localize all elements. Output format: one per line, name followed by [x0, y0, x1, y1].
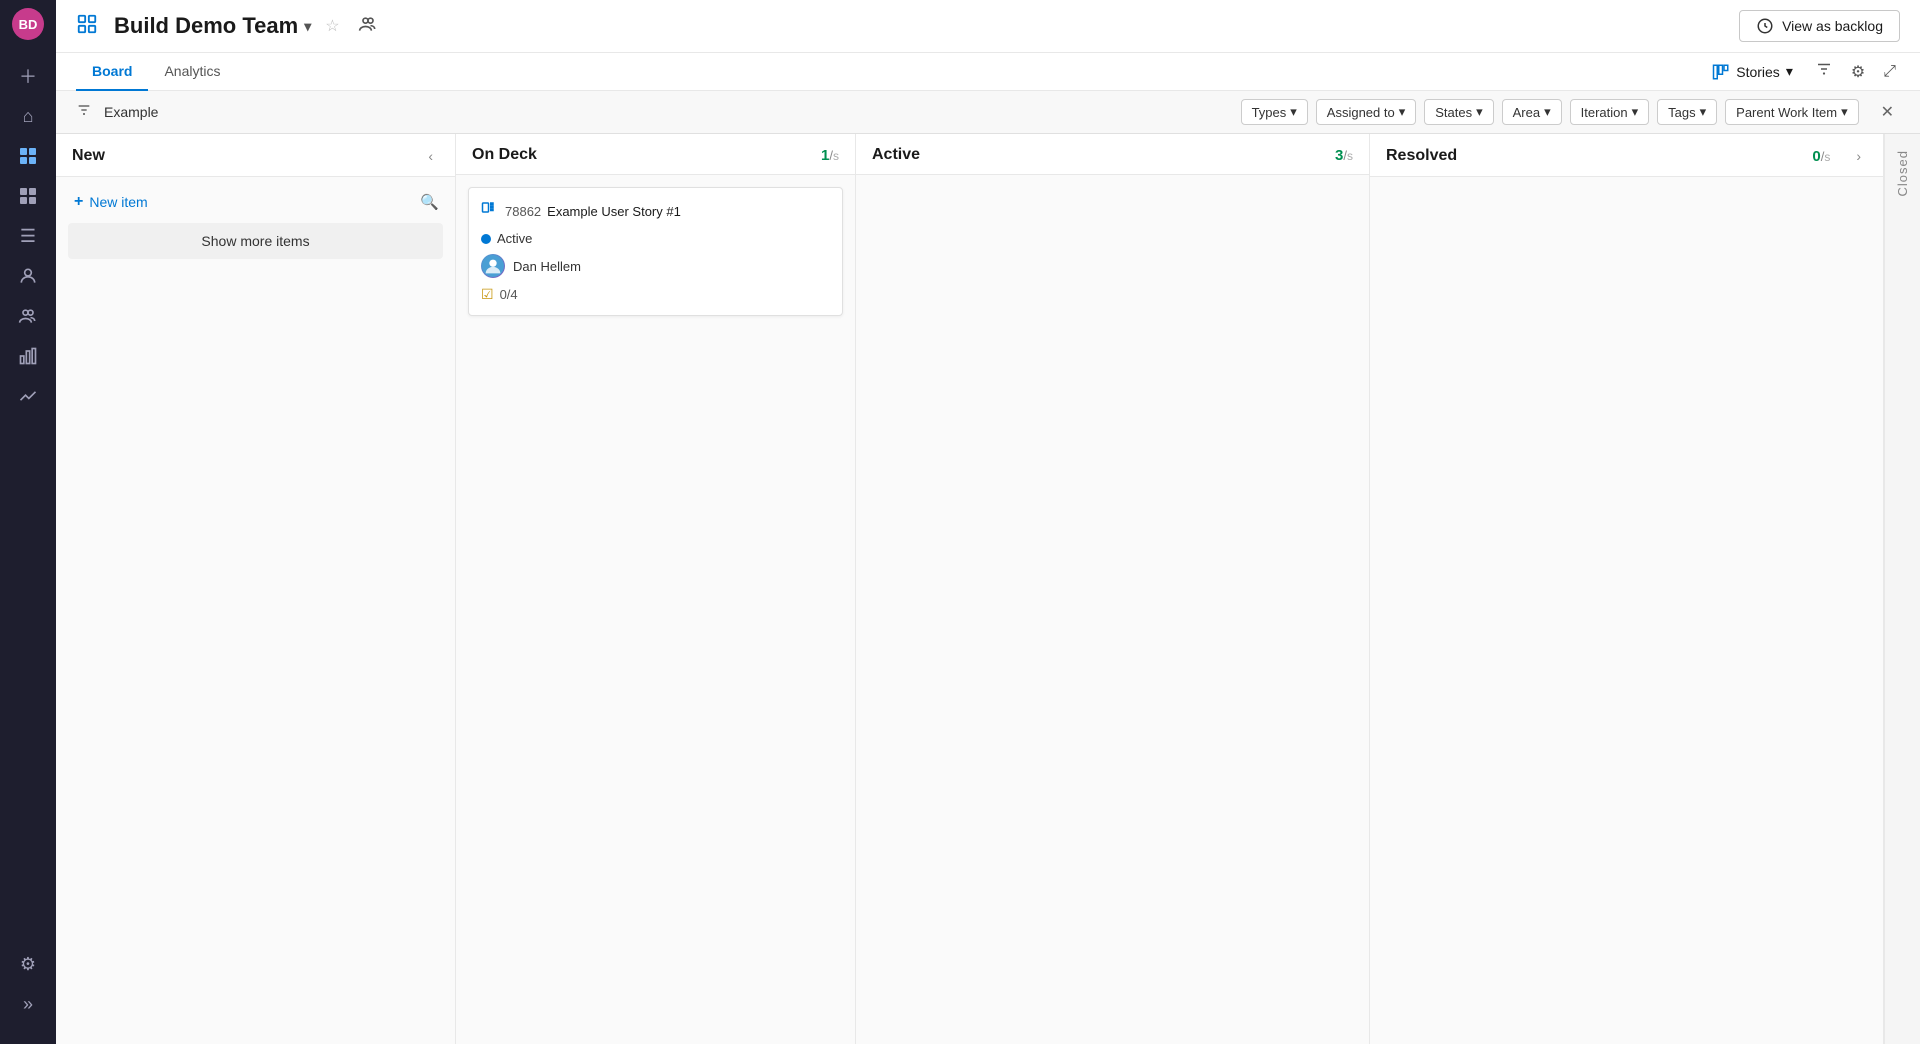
assignee-avatar [481, 254, 505, 278]
person-icon[interactable] [12, 260, 44, 292]
analytics-icon[interactable] [12, 380, 44, 412]
tab-board[interactable]: Board [76, 53, 148, 91]
column-resolved: Resolved 0/s › [1370, 134, 1884, 1044]
topbar-right: View as backlog [1739, 10, 1900, 42]
column-on-deck-body: 78862 Example User Story #1 Active Dan H… [456, 175, 855, 1044]
column-active-body [856, 175, 1369, 1044]
assigned-to-chevron-icon: ▾ [1399, 104, 1406, 120]
tab-analytics[interactable]: Analytics [148, 53, 236, 91]
types-chevron-icon: ▾ [1290, 104, 1297, 120]
new-item-plus-icon: + [74, 193, 83, 211]
board-active-icon[interactable] [12, 140, 44, 172]
column-resolved-title: Resolved [1386, 147, 1457, 165]
filter-close-icon[interactable]: ✕ [1875, 100, 1900, 124]
column-new-header: New ‹ [56, 134, 455, 177]
filter-group-label: Example [104, 104, 158, 120]
board: New ‹ + New item 🔍 Show more items On [56, 134, 1920, 1044]
column-resolved-body [1370, 177, 1883, 1044]
column-resolved-count: 0/s [1812, 148, 1830, 165]
tags-chevron-icon: ▾ [1700, 104, 1707, 120]
column-new-body: + New item 🔍 Show more items [56, 177, 455, 1044]
view-backlog-button[interactable]: View as backlog [1739, 10, 1900, 42]
tab-right-actions: Stories ▾ ⚙ ⤢ [1704, 56, 1900, 87]
team-icon[interactable] [12, 300, 44, 332]
column-on-deck: On Deck 1/s 78862 Example User Story #1 [456, 134, 856, 1044]
types-filter-button[interactable]: Types ▾ [1241, 99, 1308, 125]
column-active: Active 3/s [856, 134, 1370, 1044]
column-on-deck-title: On Deck [472, 146, 537, 164]
title-chevron-icon[interactable]: ▾ [304, 18, 311, 35]
main-content: Build Demo Team ▾ ☆ View as backlog Boar… [56, 0, 1920, 1044]
filter-icon [76, 102, 92, 123]
column-new-collapse-icon[interactable]: ‹ [422, 146, 439, 166]
states-chevron-icon: ▾ [1476, 104, 1483, 120]
card-work-item-id: 78862 [505, 204, 541, 219]
closed-label: Closed [1895, 150, 1910, 196]
column-resolved-header: Resolved 0/s › [1370, 134, 1883, 177]
card-tasks: ☑ 0/4 [481, 286, 830, 303]
project-icon [76, 13, 98, 40]
iteration-chevron-icon: ▾ [1632, 104, 1639, 120]
new-item-button[interactable]: + New item [68, 189, 154, 215]
iteration-filter-button[interactable]: Iteration ▾ [1570, 99, 1650, 125]
stories-chevron-icon: ▾ [1786, 63, 1793, 80]
task-count: 0/4 [500, 287, 518, 302]
column-closed[interactable]: Closed [1884, 134, 1920, 1044]
page-title[interactable]: Build Demo Team ▾ [114, 13, 311, 39]
menu-icon[interactable]: ☰ [12, 220, 44, 252]
favorite-icon[interactable]: ☆ [325, 16, 339, 36]
column-new: New ‹ + New item 🔍 Show more items [56, 134, 456, 1044]
column-on-deck-header: On Deck 1/s [456, 134, 855, 175]
chart-icon[interactable] [12, 340, 44, 372]
sidebar: BD ＋ ⌂ ☰ ⚙ » [0, 0, 56, 1044]
card-assignee: Dan Hellem [481, 254, 830, 278]
tags-filter-button[interactable]: Tags ▾ [1657, 99, 1717, 125]
column-active-header: Active 3/s [856, 134, 1369, 175]
task-icon: ☑ [481, 286, 494, 303]
board-icon[interactable] [12, 180, 44, 212]
stories-button[interactable]: Stories ▾ [1704, 59, 1801, 85]
status-text: Active [497, 231, 532, 246]
assignee-name: Dan Hellem [513, 259, 581, 274]
card-status: Active [481, 231, 830, 246]
card-78862[interactable]: 78862 Example User Story #1 Active Dan H… [468, 187, 843, 316]
column-on-deck-count: 1/s [821, 147, 839, 164]
work-item-type-icon [481, 200, 499, 223]
column-active-title: Active [872, 146, 920, 164]
topbar: Build Demo Team ▾ ☆ View as backlog [56, 0, 1920, 53]
column-new-title: New [72, 147, 105, 165]
expand-sidebar-icon[interactable]: » [12, 988, 44, 1020]
column-resolved-expand-icon[interactable]: › [1850, 146, 1867, 166]
people-icon[interactable] [358, 14, 378, 39]
settings-icon[interactable]: ⚙ [12, 948, 44, 980]
column-active-count: 3/s [1335, 147, 1353, 164]
states-filter-button[interactable]: States ▾ [1424, 99, 1493, 125]
area-chevron-icon: ▾ [1544, 104, 1551, 120]
column-search-icon[interactable]: 🔍 [416, 191, 443, 213]
filterbar: Example Types ▾ Assigned to ▾ States ▾ A… [56, 91, 1920, 134]
card-header: 78862 Example User Story #1 [481, 200, 830, 223]
tabbar: Board Analytics Stories ▾ ⚙ ⤢ [56, 53, 1920, 91]
status-dot-icon [481, 234, 491, 244]
settings-tab-icon[interactable]: ⚙ [1847, 58, 1869, 86]
avatar[interactable]: BD [12, 8, 44, 40]
show-more-button[interactable]: Show more items [68, 223, 443, 259]
area-filter-button[interactable]: Area ▾ [1502, 99, 1562, 125]
assigned-to-filter-button[interactable]: Assigned to ▾ [1316, 99, 1416, 125]
add-icon[interactable]: ＋ [12, 60, 44, 92]
parent-work-item-chevron-icon: ▾ [1841, 104, 1848, 120]
home-icon[interactable]: ⌂ [12, 100, 44, 132]
card-title: Example User Story #1 [547, 204, 681, 219]
filter-tab-icon[interactable] [1811, 56, 1837, 87]
fullscreen-icon[interactable]: ⤢ [1879, 59, 1900, 85]
parent-work-item-filter-button[interactable]: Parent Work Item ▾ [1725, 99, 1858, 125]
